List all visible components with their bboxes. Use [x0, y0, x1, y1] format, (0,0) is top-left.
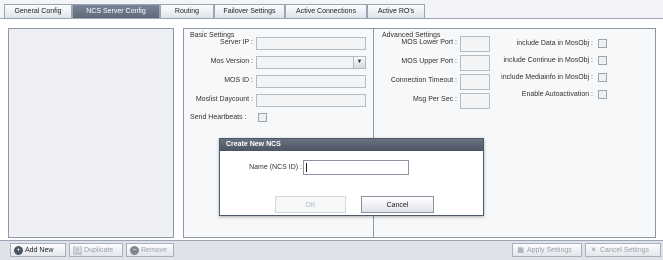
msg-per-sec-label: Msg Per Sec :: [413, 96, 457, 103]
mos-id-label: MOS ID :: [224, 77, 253, 84]
duplicate-button[interactable]: ❐ Duplicate: [69, 243, 123, 257]
apply-settings-label: Apply Settings: [527, 247, 572, 254]
dialog-title[interactable]: Create New NCS: [220, 139, 483, 151]
mos-version-label: Mos Version :: [210, 58, 253, 65]
tab-general-config[interactable]: General Config: [4, 4, 72, 18]
ok-button[interactable]: OK: [275, 196, 346, 213]
include-continue-label: include Continue in MosObj :: [503, 57, 594, 64]
ncs-name-label: Name (NCS ID) :: [249, 164, 302, 171]
remove-button[interactable]: − Remove: [126, 243, 174, 257]
include-mediainfo-label: include Mediainfo in MosObj :: [501, 74, 593, 81]
duplicate-label: Duplicate: [84, 247, 114, 254]
add-new-button[interactable]: + Add New: [10, 243, 66, 257]
include-data-label: include Data in MosObj :: [516, 40, 593, 47]
mos-lower-port-label: MOS Lower Port :: [401, 39, 457, 46]
remove-icon: −: [130, 246, 139, 255]
include-mediainfo-checkbox[interactable]: [598, 73, 607, 82]
cancel-settings-button[interactable]: ✕ Cancel Settings: [585, 243, 661, 257]
close-icon: ✕: [590, 247, 597, 254]
connection-timeout-label: Connection Timeout :: [390, 77, 457, 84]
advanced-settings-title: Advanced Settings: [382, 32, 441, 39]
duplicate-icon: ❐: [73, 246, 82, 255]
chevron-down-icon[interactable]: ▼: [353, 57, 365, 68]
mos-version-select[interactable]: ▼: [256, 56, 366, 69]
save-icon: ▦: [517, 247, 524, 254]
include-data-checkbox[interactable]: [598, 39, 607, 48]
send-heartbeats-checkbox[interactable]: [258, 113, 267, 122]
apply-settings-button[interactable]: ▦ Apply Settings: [512, 243, 582, 257]
moslist-daycount-input[interactable]: [256, 94, 366, 107]
add-new-label: Add New: [25, 247, 54, 254]
ncs-list-panel[interactable]: [8, 28, 174, 238]
include-continue-checkbox[interactable]: [598, 56, 607, 65]
msg-per-sec-input[interactable]: [460, 93, 490, 109]
tab-active-connections[interactable]: Active Connections: [285, 4, 367, 18]
tab-failover-settings[interactable]: Failover Settings: [214, 4, 285, 18]
text-cursor: [306, 163, 307, 172]
ncs-name-input[interactable]: [303, 160, 409, 175]
remove-label: Remove: [141, 247, 168, 254]
add-icon: +: [14, 246, 23, 255]
cancel-settings-label: Cancel Settings: [600, 247, 650, 254]
mos-lower-port-input[interactable]: [460, 36, 490, 52]
basic-settings-title: Basic Settings: [190, 32, 235, 39]
enable-autoactivation-label: Enable Autoactivation :: [521, 91, 593, 98]
send-heartbeats-label: Send Heartbeats :: [190, 114, 247, 121]
server-ip-input[interactable]: [256, 37, 366, 50]
cancel-button[interactable]: Cancel: [361, 196, 434, 213]
mos-upper-port-label: MOS Upper Port :: [401, 58, 457, 65]
enable-autoactivation-checkbox[interactable]: [598, 90, 607, 99]
server-ip-label: Server IP :: [220, 39, 253, 46]
tab-routing[interactable]: Routing: [160, 4, 214, 18]
create-ncs-dialog: Create New NCS Name (NCS ID) : OK Cancel: [219, 138, 484, 216]
tab-active-ros[interactable]: Active RO's: [367, 4, 425, 18]
tab-ncs-server-config[interactable]: NCS Server Config: [72, 4, 160, 18]
moslist-daycount-label: Moslist Daycount :: [195, 96, 253, 103]
mos-id-input[interactable]: [256, 75, 366, 88]
